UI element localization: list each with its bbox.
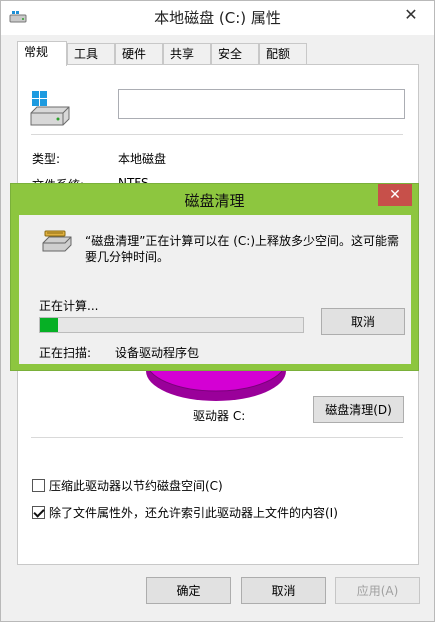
tab-general[interactable]: 常规 <box>17 41 67 66</box>
disk-cleanup-icon <box>42 230 72 252</box>
disk-cleanup-dialog: 磁盘清理 ✕ “磁盘清理”正在计算可以在 (C:)上释放多少空间。这可能需要几分… <box>10 183 419 371</box>
index-option[interactable]: 除了文件属性外，还允许索引此驱动器上文件的内容(I) <box>32 504 338 521</box>
index-label: 除了文件属性外，还允许索引此驱动器上文件的内容(I) <box>49 506 338 520</box>
drive-letter-label: 驱动器 C: <box>193 409 246 423</box>
compress-label: 压缩此驱动器以节约磁盘空间(C) <box>49 479 223 493</box>
ok-button[interactable]: 确定 <box>146 577 231 604</box>
calculation-progress-bar <box>39 317 304 333</box>
close-icon[interactable]: ✕ <box>398 3 424 25</box>
properties-window: 本地磁盘 (C:) 属性 ✕ 常规 工具 硬件 共享 安全 配额 类型: 本地磁… <box>0 0 435 622</box>
type-value: 本地磁盘 <box>118 152 167 166</box>
window-title: 本地磁盘 (C:) 属性 <box>154 9 281 27</box>
tab-hardware[interactable]: 硬件 <box>115 43 163 65</box>
compress-option[interactable]: 压缩此驱动器以节约磁盘空间(C) <box>32 477 223 494</box>
tab-tools[interactable]: 工具 <box>67 43 115 65</box>
dialog-message: “磁盘清理”正在计算可以在 (C:)上释放多少空间。这可能需要几分钟时间。 <box>85 234 400 264</box>
type-label: 类型: <box>32 152 61 166</box>
divider <box>31 134 403 135</box>
calculating-label: 正在计算... <box>39 299 99 313</box>
volume-name-input[interactable] <box>118 89 405 119</box>
dialog-cancel-button[interactable]: 取消 <box>321 308 405 335</box>
apply-button[interactable]: 应用(A) <box>335 577 420 604</box>
progress-fill <box>40 318 59 332</box>
cancel-button[interactable]: 取消 <box>241 577 326 604</box>
compress-checkbox[interactable] <box>32 479 45 492</box>
scanning-value: 设备驱动程序包 <box>115 346 200 360</box>
title-bar[interactable]: 本地磁盘 (C:) 属性 ✕ <box>1 1 434 35</box>
dialog-title: 磁盘清理 <box>184 192 245 210</box>
divider <box>31 437 403 438</box>
dialog-body: “磁盘清理”正在计算可以在 (C:)上释放多少空间。这可能需要几分钟时间。 正在… <box>19 215 411 364</box>
hard-drive-icon <box>30 91 70 126</box>
tab-sharing[interactable]: 共享 <box>163 43 211 65</box>
index-checkbox[interactable] <box>32 506 45 519</box>
disk-cleanup-button[interactable]: 磁盘清理(D) <box>313 396 404 423</box>
tab-quota[interactable]: 配额 <box>259 43 307 65</box>
dialog-close-icon[interactable]: ✕ <box>378 184 412 206</box>
tab-security[interactable]: 安全 <box>211 43 259 65</box>
scanning-label: 正在扫描: <box>39 346 92 360</box>
